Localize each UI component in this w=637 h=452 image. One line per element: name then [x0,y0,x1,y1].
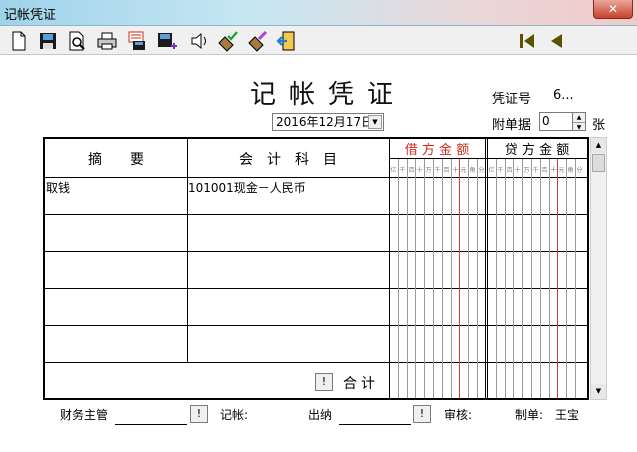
finance-manager-button[interactable]: ! [190,405,208,423]
voucher-number-value: 6... [553,88,574,103]
total-label: 合计 [343,376,379,392]
column-divider [389,139,390,398]
yuan-divider [459,159,460,398]
digit-label: 角 [567,167,574,174]
attachment-unit: 张 [592,118,606,133]
digit-label: 元 [460,167,467,174]
digit-label: 千 [434,167,441,174]
save-icon[interactable] [37,30,59,52]
digit-label: 千 [497,167,504,174]
digit-label: 分 [576,167,583,174]
chevron-down-icon[interactable]: ▼ [368,115,382,129]
digit-divider [531,159,532,398]
date-picker[interactable]: 2016年12月17日 ▼ [272,113,384,131]
digit-label: 元 [558,167,565,174]
spin-down-icon[interactable]: ▼ [573,122,585,131]
digit-divider [442,159,443,398]
cashier-button[interactable]: ! [413,405,431,423]
new-doc-icon[interactable] [8,30,30,52]
digit-label: 亿 [390,167,397,174]
digit-divider [505,159,506,398]
finance-manager-line [115,424,187,425]
credit-header: 贷 方 金 额 [504,143,570,158]
voucher-number-label: 凭证号 [492,92,532,107]
digit-label: 百 [541,167,548,174]
prev-icon[interactable] [545,30,567,52]
close-button[interactable]: ✕ [593,0,633,19]
column-divider [487,139,488,398]
voucher-heading: 记帐凭证 [250,80,407,110]
row-1-summary[interactable]: 取钱 [46,179,70,196]
digit-label: 百 [443,167,450,174]
digit-divider [522,159,523,398]
debit-header: 借 方 金 额 [404,143,470,158]
summary-header: 摘 要 [88,152,144,168]
first-icon[interactable] [516,30,538,52]
spin-up-icon[interactable]: ▲ [573,113,585,122]
preview-icon[interactable] [66,30,88,52]
cashier-line [339,424,411,425]
finance-manager-label: 财务主管 [60,408,109,422]
digit-divider [398,159,399,398]
date-value: 2016年12月17日 [276,115,374,129]
bookkeeper-label: 记帐: [220,408,249,422]
cashier-label: 出纳 [308,408,333,422]
digit-divider [451,159,452,398]
check-icon[interactable] [216,30,238,52]
total-button[interactable]: ! [315,373,333,391]
digit-label: 分 [478,167,485,174]
speaker-icon[interactable] [188,30,210,52]
digit-divider [575,159,576,398]
digit-divider [407,159,408,398]
window-title: 记帐凭证 [4,8,57,23]
yuan-divider [557,159,558,398]
scroll-up-icon[interactable]: ▲ [591,138,606,153]
column-divider [485,139,486,398]
account-header: 会 计 科 目 [239,152,337,168]
digit-divider [549,159,550,398]
digit-label: 十 [416,167,423,174]
scroll-thumb[interactable] [592,154,605,172]
digit-label: 万 [425,167,432,174]
digit-label: 千 [399,167,406,174]
digit-divider [513,159,514,398]
digit-label: 亿 [488,167,495,174]
scroll-down-icon[interactable]: ▼ [591,384,606,399]
digit-divider [477,159,478,398]
digit-label: 千 [532,167,539,174]
voucher-table: 摘 要 会 计 科 目 借 方 金 额 贷 方 金 额 取钱 101001现金－… [43,137,589,400]
digit-divider [424,159,425,398]
title-bar: 记帐凭证 ✕ [0,0,637,26]
export-icon[interactable] [126,30,148,52]
close-icon: ✕ [607,2,619,16]
digit-divider [433,159,434,398]
toolbar [0,26,637,55]
attachment-count-input[interactable]: 0 [539,112,573,131]
exit-icon[interactable] [276,30,298,52]
edit-icon[interactable] [246,30,268,52]
maker-label: 制单: [515,408,544,422]
digit-label: 万 [523,167,530,174]
column-divider [187,139,188,362]
digit-divider [496,159,497,398]
digit-divider [566,159,567,398]
attachment-spinner[interactable]: ▲ ▼ [572,112,586,131]
digit-label: 角 [469,167,476,174]
digit-label: 十 [514,167,521,174]
vertical-scrollbar[interactable]: ▲ ▼ [590,137,607,400]
digit-divider [540,159,541,398]
digit-divider [415,159,416,398]
attachment-label: 附单据 [492,118,532,133]
print-icon[interactable] [96,30,118,52]
row-1-account[interactable]: 101001现金－人民币 [188,179,306,196]
maker-value: 王宝 [555,408,580,422]
save-as-icon[interactable] [156,30,178,52]
reviewer-label: 审核: [444,408,473,422]
digit-divider [468,159,469,398]
